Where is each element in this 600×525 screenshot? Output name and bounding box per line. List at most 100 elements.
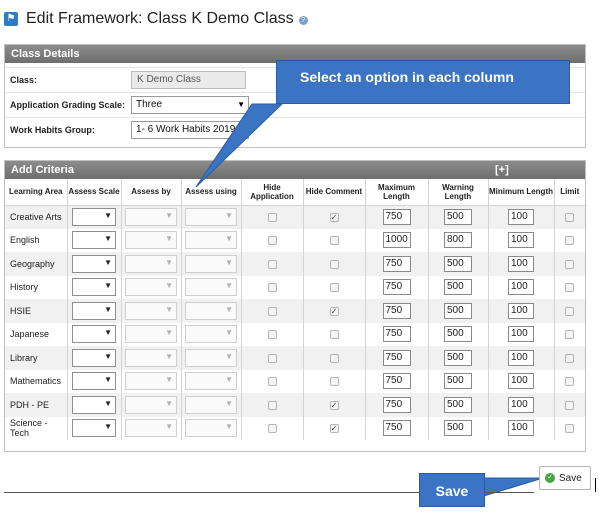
hide-application-checkbox[interactable] [267,259,277,269]
hide-comment-checkbox[interactable] [329,330,339,340]
assess-using-select[interactable]: ▼ [185,325,237,344]
warning-length-input[interactable]: 500 [444,420,472,437]
minimum-length-input[interactable]: 100 [508,349,534,366]
assess-scale-select[interactable]: ▼ [72,395,116,414]
chevron-down-icon: ▼ [165,375,173,385]
hide-application-checkbox[interactable] [267,400,277,410]
criteria-row: Geography ▼ ▼ ▼ 750 500 100 [5,252,585,276]
assess-by-select[interactable]: ▼ [125,231,177,250]
limit-checkbox[interactable] [565,259,575,269]
limit-checkbox[interactable] [565,400,575,410]
hide-comment-checkbox[interactable]: ✓ [329,424,339,434]
minimum-length-input[interactable]: 100 [508,255,534,272]
hide-application-checkbox[interactable] [267,283,277,293]
assess-using-select[interactable]: ▼ [185,254,237,273]
maximum-length-input[interactable]: 750 [382,326,411,343]
hide-application-checkbox[interactable] [267,377,277,387]
assess-by-select[interactable]: ▼ [125,301,177,320]
warning-length-input[interactable]: 500 [444,326,472,343]
assess-scale-select[interactable]: ▼ [72,325,116,344]
limit-checkbox[interactable] [565,330,575,340]
warning-length-input[interactable]: 500 [444,349,472,366]
hide-application-checkbox[interactable] [267,236,277,246]
limit-checkbox[interactable] [565,236,575,246]
maximum-length-input[interactable]: 750 [382,279,411,296]
hide-comment-checkbox[interactable] [329,259,339,269]
minimum-length-input[interactable]: 100 [508,326,534,343]
hide-application-checkbox[interactable] [267,306,277,316]
maximum-length-input[interactable]: 750 [382,302,411,319]
limit-checkbox[interactable] [565,213,575,223]
hide-comment-checkbox[interactable] [329,377,339,387]
hide-application-checkbox[interactable] [267,213,277,223]
hide-comment-checkbox[interactable] [329,353,339,363]
minimum-length-input[interactable]: 100 [508,209,534,225]
assess-by-select[interactable]: ▼ [125,208,177,226]
warning-length-input[interactable]: 500 [444,396,472,413]
assess-scale-select[interactable]: ▼ [72,348,116,367]
assess-using-select[interactable]: ▼ [185,301,237,320]
assess-scale-select[interactable]: ▼ [72,301,116,320]
limit-checkbox[interactable] [565,353,575,363]
warning-length-input[interactable]: 500 [444,279,472,296]
minimum-length-input[interactable]: 100 [508,302,534,319]
assess-using-select[interactable]: ▼ [185,419,237,438]
hide-application-checkbox[interactable] [267,424,277,434]
hide-comment-checkbox[interactable]: ✓ [329,213,339,223]
learning-area-label: Science - Tech [5,416,68,440]
limit-checkbox[interactable] [565,424,575,434]
assess-by-select[interactable]: ▼ [125,348,177,367]
assess-using-select[interactable]: ▼ [185,231,237,250]
minimum-length-input[interactable]: 100 [508,373,534,390]
maximum-length-input[interactable]: 750 [382,373,411,390]
maximum-length-input[interactable]: 750 [382,349,411,366]
chevron-down-icon: ▼ [165,234,173,244]
save-button[interactable]: ✓ Save [539,466,591,490]
warning-length-input[interactable]: 500 [444,255,472,272]
assess-scale-select[interactable]: ▼ [72,419,116,438]
assess-by-select[interactable]: ▼ [125,419,177,438]
assess-scale-select[interactable]: ▼ [72,208,116,226]
minimum-length-input[interactable]: 100 [508,232,534,249]
assess-by-select[interactable]: ▼ [125,325,177,344]
grading-scale-select[interactable]: Three ▼ [131,95,249,114]
warning-length-input[interactable]: 500 [444,373,472,390]
assess-scale-select[interactable]: ▼ [72,231,116,250]
assess-by-select[interactable]: ▼ [125,278,177,297]
assess-scale-select[interactable]: ▼ [72,372,116,391]
maximum-length-input[interactable]: 750 [382,255,411,272]
add-criteria-link[interactable]: [+] [495,161,509,179]
assess-by-select[interactable]: ▼ [125,395,177,414]
minimum-length-input[interactable]: 100 [508,396,534,413]
hide-comment-checkbox[interactable]: ✓ [329,306,339,316]
help-icon[interactable]: ? [298,16,308,25]
assess-using-select[interactable]: ▼ [185,348,237,367]
assess-using-select[interactable]: ▼ [185,278,237,297]
limit-checkbox[interactable] [565,306,575,316]
assess-using-select[interactable]: ▼ [185,395,237,414]
maximum-length-input[interactable]: 1000 [382,232,411,249]
hide-application-checkbox[interactable] [267,353,277,363]
assess-by-select[interactable]: ▼ [125,254,177,273]
work-habits-select[interactable]: 1- 6 Work Habits 2019 ▼ [131,120,249,139]
warning-length-input[interactable]: 500 [444,209,472,225]
limit-checkbox[interactable] [565,283,575,293]
maximum-length-input[interactable]: 750 [382,420,411,437]
minimum-length-input[interactable]: 100 [508,279,534,296]
warning-length-input[interactable]: 800 [444,232,472,249]
maximum-length-input[interactable]: 750 [382,209,411,225]
hide-comment-checkbox[interactable] [329,236,339,246]
minimum-length-input[interactable]: 100 [508,420,534,437]
page-title: Edit Framework: Class K Demo Class [26,10,294,27]
warning-length-input[interactable]: 500 [444,302,472,319]
hide-comment-checkbox[interactable] [329,283,339,293]
assess-by-select[interactable]: ▼ [125,372,177,391]
maximum-length-input[interactable]: 750 [382,396,411,413]
assess-scale-select[interactable]: ▼ [72,278,116,297]
limit-checkbox[interactable] [565,377,575,387]
hide-application-checkbox[interactable] [267,330,277,340]
assess-using-select[interactable]: ▼ [185,372,237,391]
hide-comment-checkbox[interactable]: ✓ [329,400,339,410]
assess-scale-select[interactable]: ▼ [72,254,116,273]
assess-using-select[interactable]: ▼ [185,208,237,226]
